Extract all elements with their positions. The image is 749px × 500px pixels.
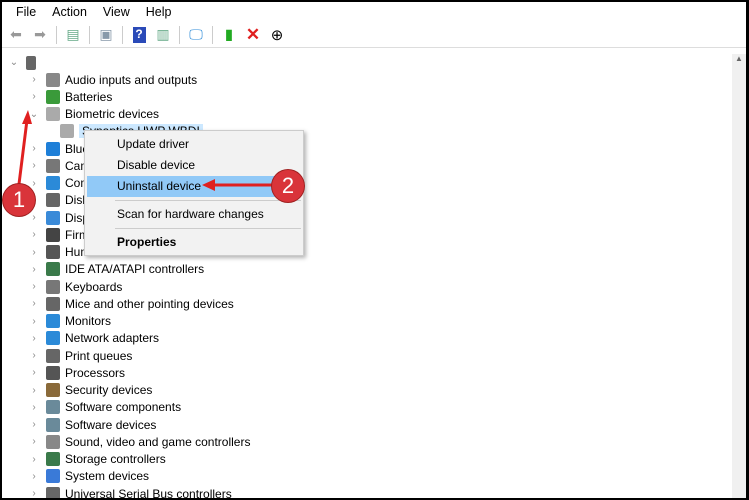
step-2-badge: 2 <box>272 170 304 202</box>
step-1-badge: 1 <box>3 184 35 216</box>
annotation-arrows <box>16 110 278 193</box>
arrow-2-head <box>202 179 215 191</box>
device-manager-window: File Action View Help ⬅ ➡ ▤ ▣ ? ▥ 🖵 ▮ ✕ … <box>2 2 746 498</box>
arrow-1-head <box>22 110 32 124</box>
arrow-1 <box>16 119 29 193</box>
